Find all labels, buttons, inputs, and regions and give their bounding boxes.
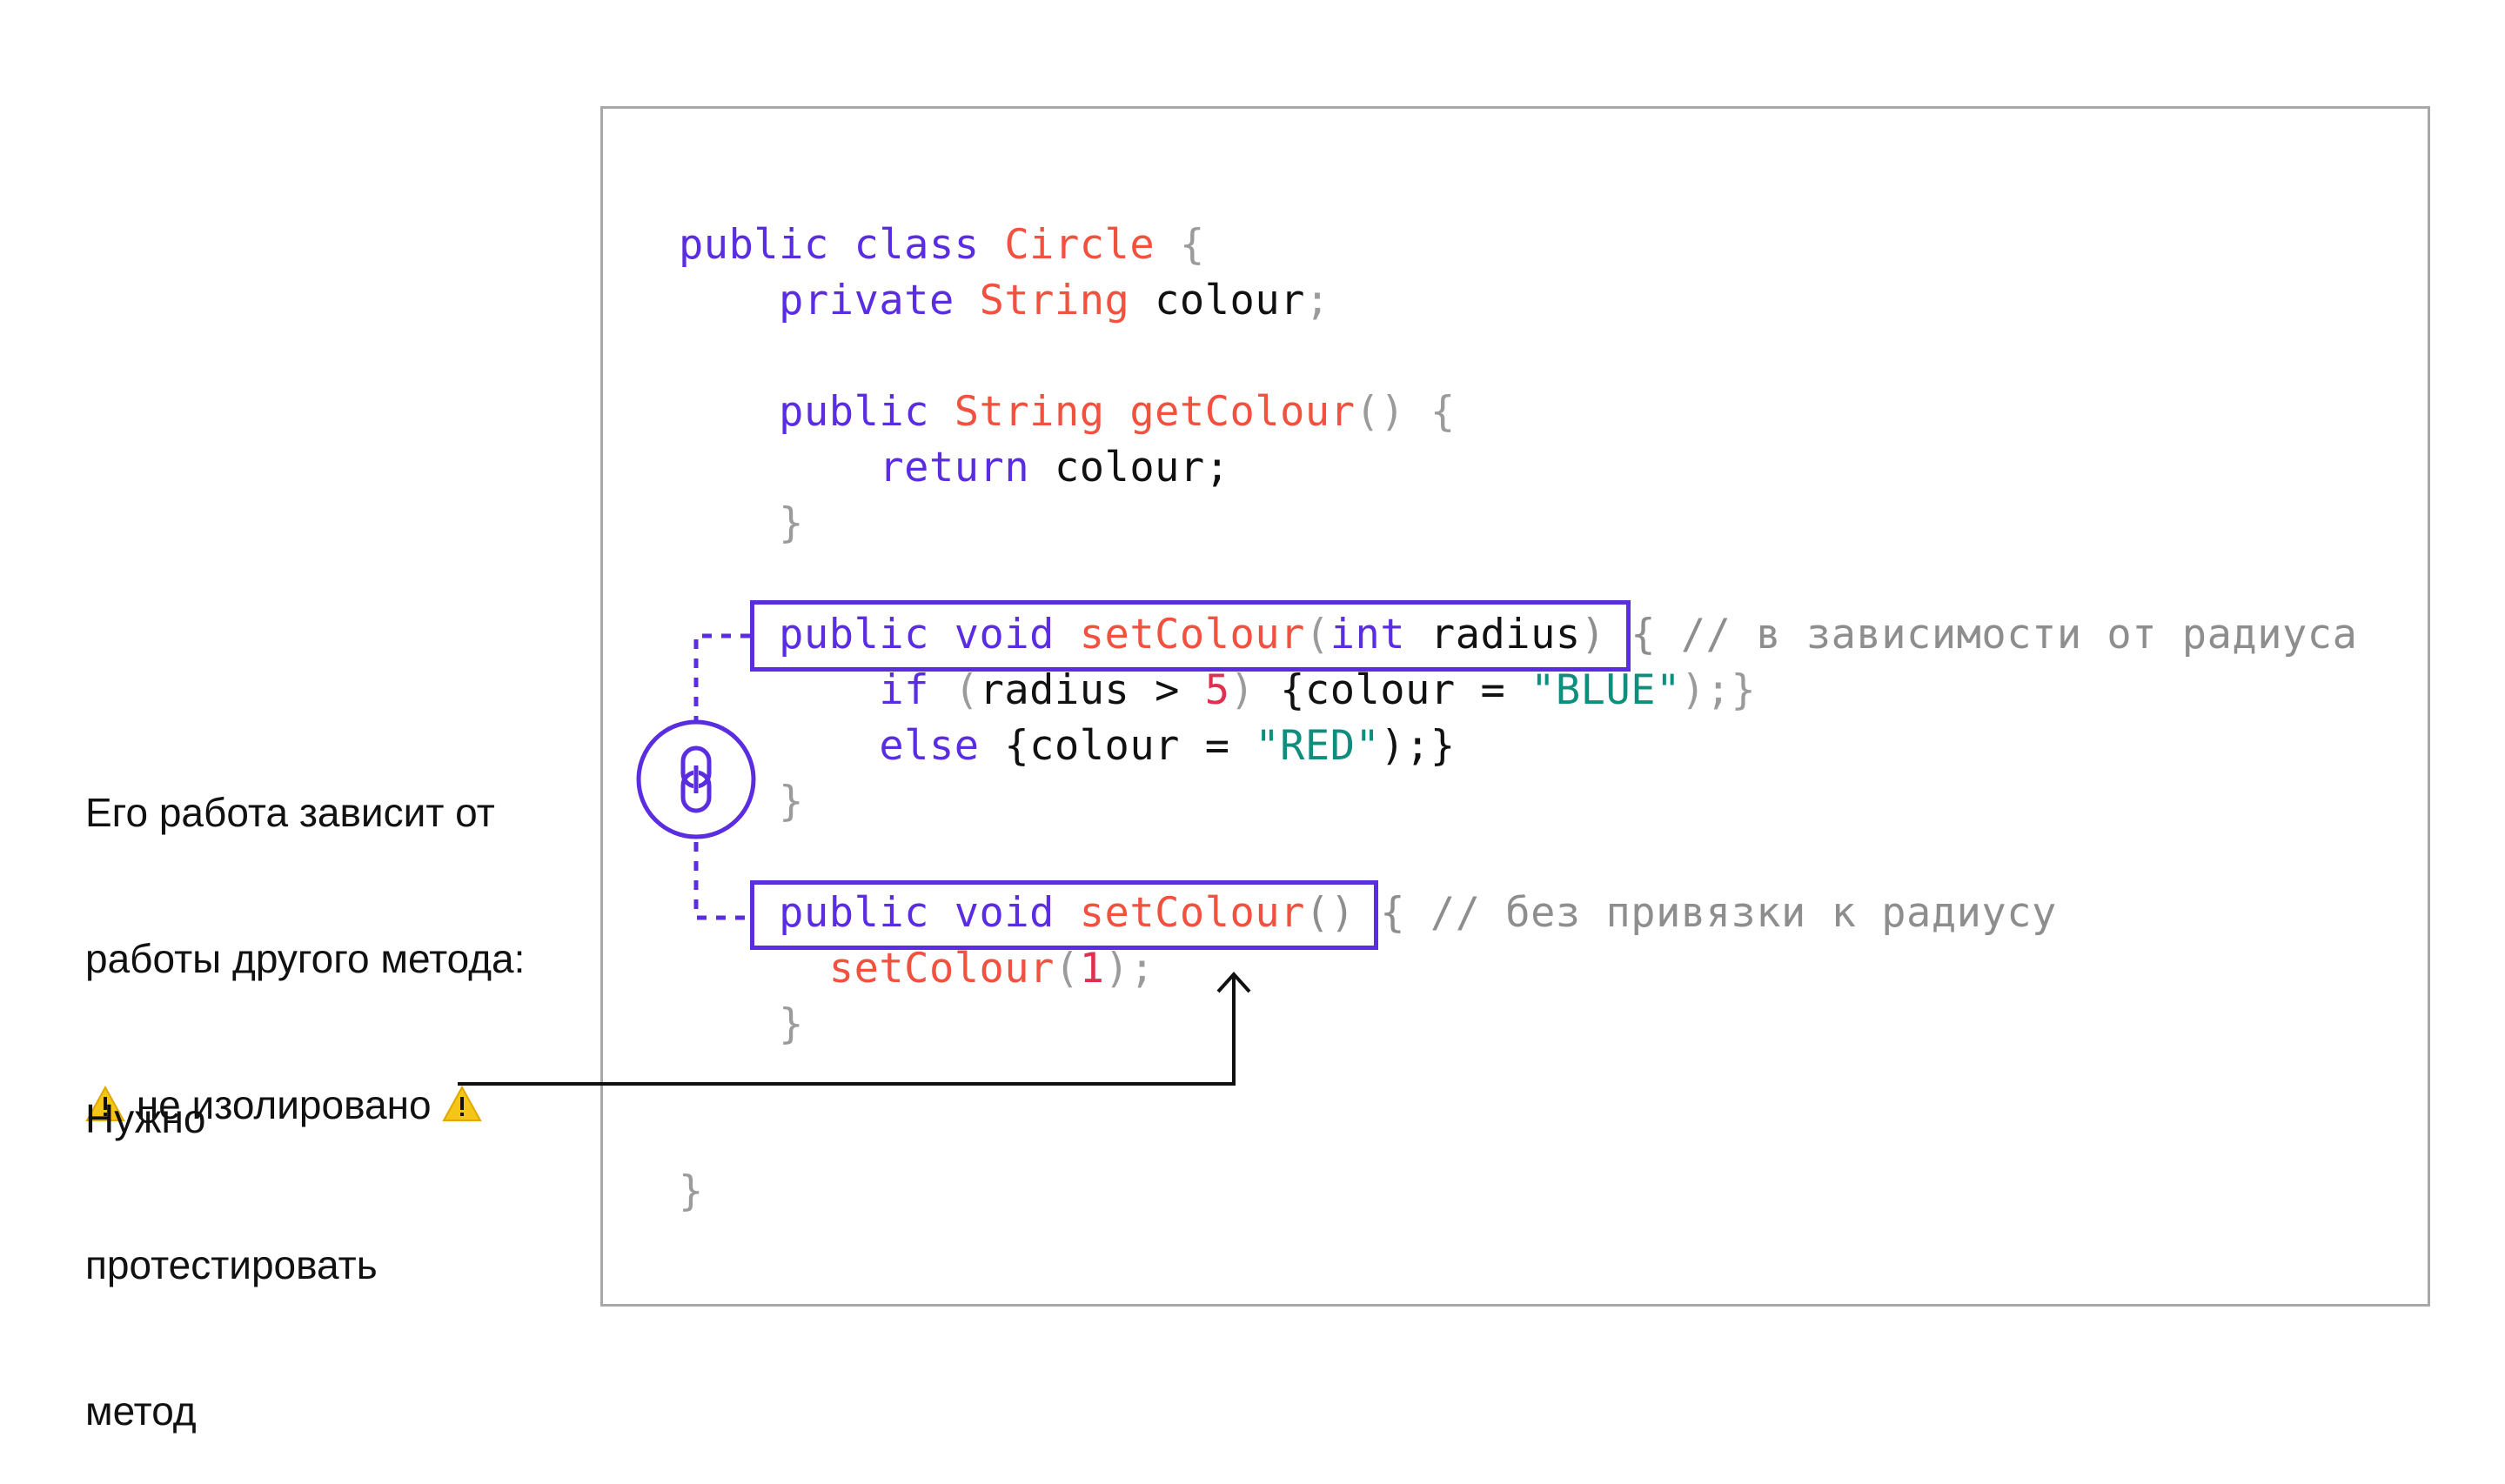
test-note-line1: Нужно bbox=[85, 1096, 206, 1141]
test-note-line3: метод bbox=[85, 1388, 197, 1434]
test-note-line2: протестировать bbox=[85, 1242, 378, 1287]
dependency-note-line1: Его работа зависит от bbox=[85, 790, 495, 835]
arrow-up-icon bbox=[458, 972, 1251, 1086]
warning-icon bbox=[442, 1086, 483, 1121]
link-icon bbox=[636, 719, 756, 839]
dependency-note-line2: работы другого метода: bbox=[85, 936, 526, 981]
test-note: Нужно протестировать метод bbox=[85, 997, 378, 1484]
